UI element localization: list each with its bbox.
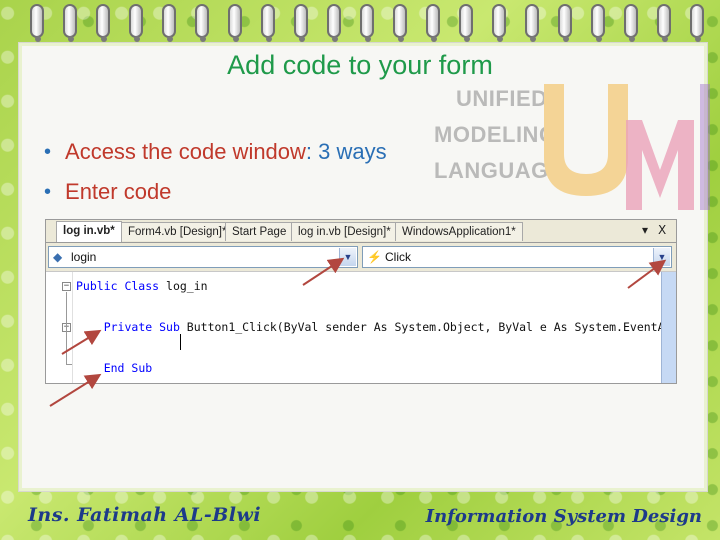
tab-login-design[interactable]: log in.vb [Design]*	[291, 222, 398, 241]
text-caret	[180, 334, 181, 350]
tab-start-page[interactable]: Start Page	[225, 222, 294, 241]
document-tab-bar: log in.vb* Form4.vb [Design]* Start Page…	[46, 220, 676, 243]
binding-ring	[261, 4, 275, 42]
class-name-value: login	[71, 250, 97, 264]
class-name-combo[interactable]: ◆ login ▼	[48, 246, 358, 268]
binding-ring	[129, 4, 143, 42]
code-keyword: Public Class	[76, 279, 167, 293]
binding-ring	[195, 4, 209, 42]
binding-ring	[327, 4, 341, 42]
outline-guide-end	[66, 364, 72, 365]
class-icon: ◆	[53, 250, 63, 264]
bullet-list: • Access the code window : 3 ways • Ente…	[44, 132, 387, 212]
binding-ring	[492, 4, 506, 42]
code-line-class: Public Class log_in	[76, 279, 208, 293]
footer-course: Information System Design	[425, 506, 702, 527]
navigation-bar: ◆ login ▼ ⚡ Click ▼	[46, 243, 676, 272]
bullet-suffix: : 3 ways	[305, 139, 387, 164]
tab-list-dropdown-icon[interactable]: ▾	[642, 223, 648, 237]
uml-logo: UNIFIED MODELING LANGUAGE	[430, 80, 710, 220]
bullet-dot-icon: •	[44, 140, 52, 163]
vb-code-window-screenshot: log in.vb* Form4.vb [Design]* Start Page…	[45, 219, 677, 384]
slide-title: Add code to your form	[227, 50, 493, 80]
bullet-item: • Enter code	[44, 172, 387, 212]
binding-ring	[558, 4, 572, 42]
binding-ring	[624, 4, 638, 42]
binding-ring	[63, 4, 77, 42]
collapse-icon[interactable]: −	[62, 282, 71, 291]
code-text: log_in	[166, 279, 208, 293]
notebook-binding-rings	[14, 2, 714, 42]
binding-ring	[591, 4, 605, 42]
binding-ring	[162, 4, 176, 42]
code-text: Button1_Click(ByVal sender As System.Obj…	[186, 320, 677, 334]
bullet-dot-icon: •	[44, 180, 52, 203]
binding-ring	[360, 4, 374, 42]
binding-ring	[294, 4, 308, 42]
code-line-sub: Private Sub Button1_Click(ByVal sender A…	[76, 320, 677, 334]
slide-footer: Ins. Fatimah AL-Blwi Information System …	[0, 496, 720, 540]
close-icon[interactable]: X	[658, 223, 666, 237]
uml-letters-graphic	[544, 84, 710, 210]
binding-ring	[459, 4, 473, 42]
bullet-text: Enter code	[65, 179, 172, 204]
code-editor[interactable]: − − Public Class log_in Private Sub Butt…	[46, 272, 676, 383]
binding-ring	[228, 4, 242, 42]
binding-ring	[525, 4, 539, 42]
method-name-value: Click	[385, 250, 411, 264]
method-name-combo[interactable]: ⚡ Click ▼	[362, 246, 672, 268]
code-keyword: End Sub	[103, 361, 153, 375]
chevron-down-icon[interactable]: ▼	[653, 248, 670, 266]
tab-windowsapplication1[interactable]: WindowsApplication1*	[395, 222, 523, 241]
binding-ring	[657, 4, 671, 42]
binding-ring	[426, 4, 440, 42]
bullet-item: • Access the code window : 3 ways	[44, 132, 387, 172]
binding-ring	[96, 4, 110, 42]
outline-guide-line	[66, 292, 67, 364]
code-line-end-sub: End Sub	[76, 361, 152, 375]
tab-login-vb[interactable]: log in.vb*	[56, 221, 122, 242]
footer-author: Ins. Fatimah AL-Blwi	[28, 504, 262, 526]
lightning-event-icon: ⚡	[367, 250, 382, 264]
bullet-text: Access the code window	[65, 139, 306, 164]
outline-gutter: − −	[46, 272, 73, 383]
tab-form4-design[interactable]: Form4.vb [Design]*	[121, 222, 234, 241]
vertical-scrollbar[interactable]	[661, 272, 676, 383]
binding-ring	[393, 4, 407, 42]
code-keyword: Private Sub	[103, 320, 187, 334]
chevron-down-icon[interactable]: ▼	[339, 248, 356, 266]
binding-ring	[30, 4, 44, 42]
binding-ring	[690, 4, 704, 42]
